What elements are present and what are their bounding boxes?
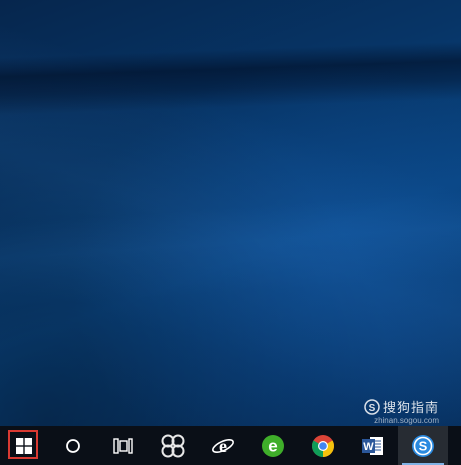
taskbar: e e W S — [0, 426, 461, 465]
internet-explorer-button[interactable]: e — [198, 426, 248, 465]
wallpaper-glow-band — [0, 0, 461, 465]
svg-text:e: e — [268, 436, 277, 455]
start-button[interactable] — [0, 426, 48, 465]
chrome-icon — [312, 434, 334, 457]
word-icon: W — [362, 436, 383, 455]
svg-text:W: W — [363, 441, 374, 453]
svg-text:S: S — [369, 403, 376, 414]
task-view-button[interactable] — [98, 426, 148, 465]
wallpaper-light-beam — [0, 0, 461, 465]
svg-text:e: e — [219, 436, 227, 456]
pinwheel-icon — [161, 434, 185, 457]
cortana-search-button[interactable] — [48, 426, 98, 465]
svg-text:S: S — [419, 438, 428, 453]
watermark-url-text: zhinan.sogou.com — [374, 416, 439, 425]
desktop[interactable]: S 搜狗指南 zhinan.sogou.com e e W S — [0, 0, 461, 465]
start-button-highlight-box — [8, 430, 38, 459]
app-pinwheel-button[interactable] — [148, 426, 198, 465]
wallpaper-dark-band — [0, 0, 461, 465]
ie-icon: e — [212, 436, 234, 456]
watermark: S 搜狗指南 zhinan.sogou.com — [364, 397, 439, 425]
chrome-button[interactable] — [298, 426, 348, 465]
word-button[interactable]: W — [348, 426, 398, 465]
green-e-icon: e — [262, 434, 284, 457]
circle-icon — [66, 438, 80, 453]
wallpaper-vignette — [0, 0, 461, 465]
watermark-brand-text: 搜狗指南 — [382, 400, 439, 415]
sogou-icon: S — [412, 434, 434, 457]
sogou-watermark-logo-icon: S — [364, 398, 380, 415]
360-browser-button[interactable]: e — [248, 426, 298, 465]
task-view-icon — [113, 437, 133, 454]
sogou-input-button[interactable]: S — [398, 426, 448, 465]
